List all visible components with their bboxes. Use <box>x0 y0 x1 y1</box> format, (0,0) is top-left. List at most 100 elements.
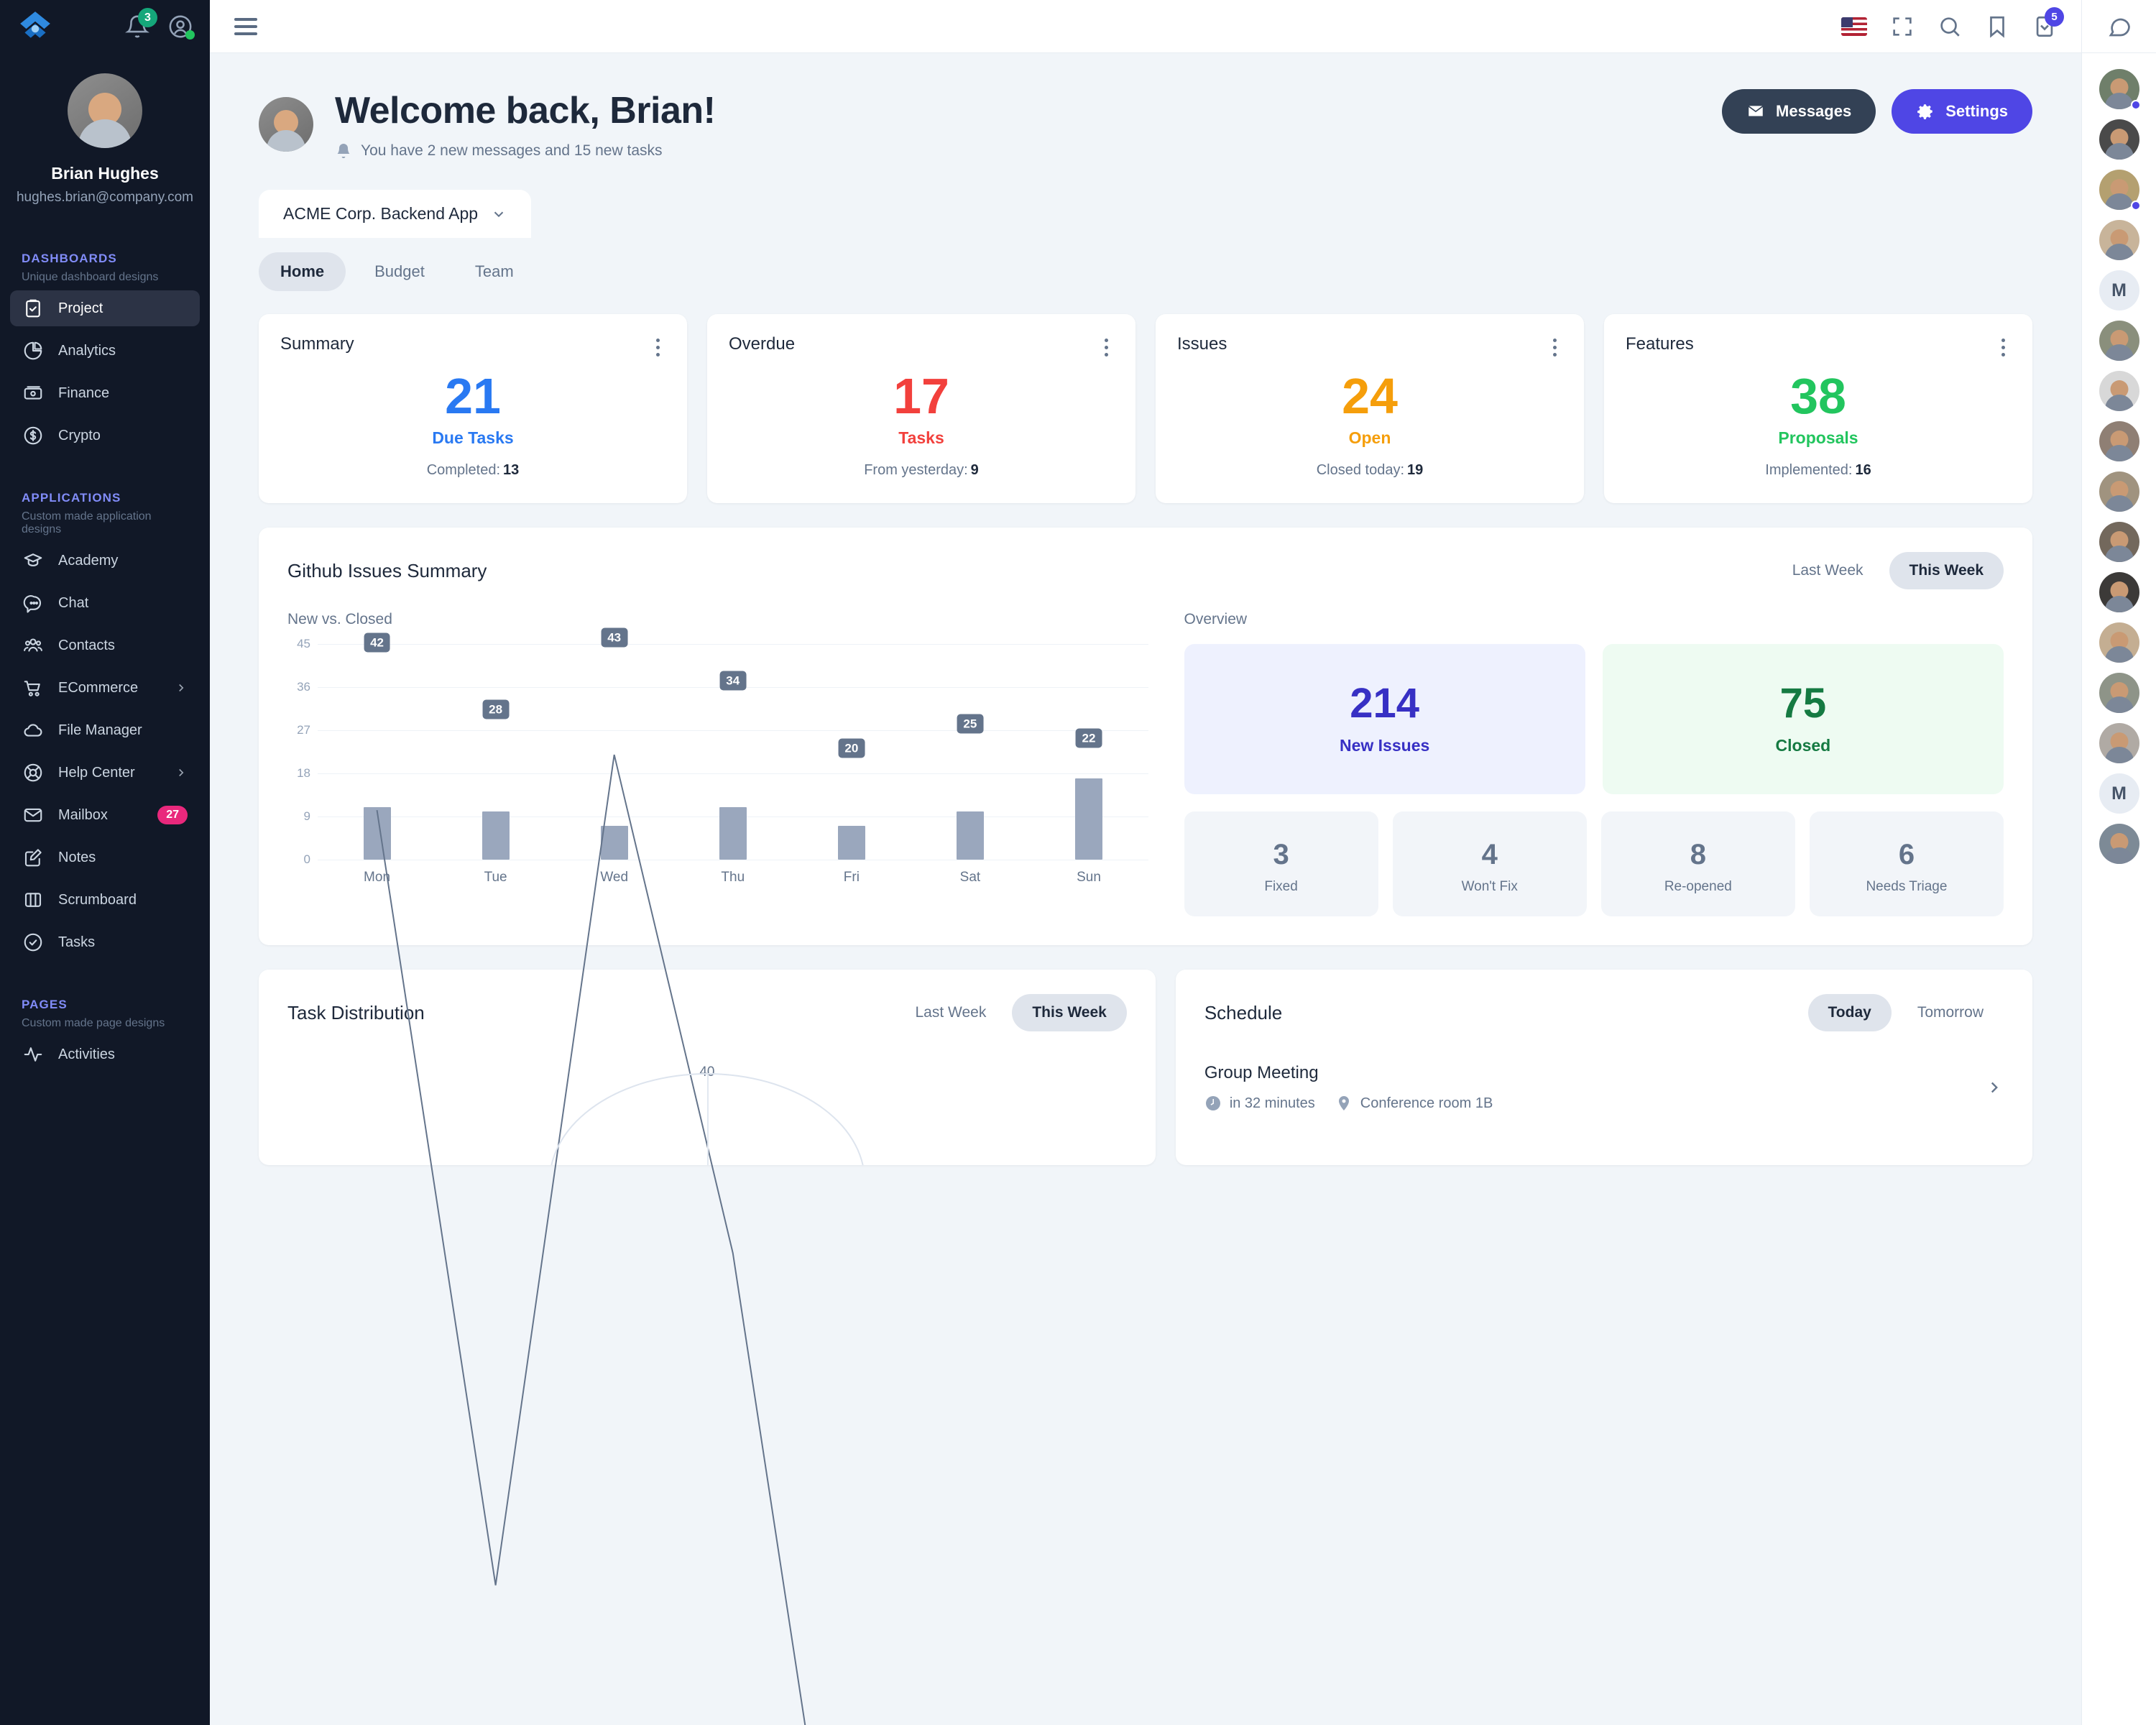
contact-avatar[interactable] <box>2099 220 2139 260</box>
contact-avatar[interactable] <box>2099 673 2139 713</box>
stat-card-title: Issues <box>1177 334 1227 354</box>
sidebar-item-finance[interactable]: Finance <box>10 375 200 411</box>
sidebar-item-mailbox[interactable]: Mailbox 27 <box>10 797 200 833</box>
contact-avatar[interactable] <box>2099 170 2141 211</box>
sidebar-item-label: Scrumboard <box>58 891 137 908</box>
stat-card-number: 24 <box>1342 368 1398 424</box>
envelope-icon <box>24 808 42 822</box>
tab-budget[interactable]: Budget <box>353 252 446 291</box>
chat-bubble-icon <box>23 595 42 613</box>
schedule-range-today[interactable]: Today <box>1807 994 1892 1031</box>
overview-small-number: 4 <box>1481 839 1498 870</box>
y-tick-label: 27 <box>297 723 310 737</box>
stat-card-title: Summary <box>280 334 354 354</box>
fullscreen-button[interactable] <box>1890 14 1915 39</box>
schedule-event[interactable]: Group Meeting in 32 minutes Conference r… <box>1204 1063 2004 1112</box>
schedule-range-toggle: Today Tomorrow <box>1807 994 2004 1031</box>
contacts-toggle-button[interactable] <box>2082 0 2156 53</box>
data-point-label: 20 <box>838 738 865 758</box>
sidebar-item-scrumboard[interactable]: Scrumboard <box>10 882 200 918</box>
messages-button-top[interactable]: 5 <box>2032 6 2064 39</box>
contact-avatar[interactable] <box>2099 119 2139 160</box>
contact-avatar[interactable] <box>2099 824 2139 864</box>
welcome-header: Welcome back, Brian! You have 2 new mess… <box>210 53 2081 160</box>
contact-avatar[interactable] <box>2099 321 2139 361</box>
sidebar-item-file-manager[interactable]: File Manager <box>10 712 200 748</box>
profile-name: Brian Hughes <box>51 164 159 183</box>
contact-avatar[interactable] <box>2099 572 2139 612</box>
envelope-icon <box>1749 106 1763 116</box>
stat-footer-value: 13 <box>503 462 520 478</box>
github-range-toggle: Last Week This Week <box>1772 552 2004 589</box>
stat-card-footer: Closed today: 19 <box>1177 448 1562 479</box>
overview-small-label: Re-opened <box>1664 879 1732 894</box>
sidebar-item-chat[interactable]: Chat <box>10 585 200 621</box>
contact-avatar-initial[interactable]: M <box>2099 270 2139 310</box>
menu-toggle-button[interactable] <box>234 17 257 35</box>
avatar <box>2099 673 2139 713</box>
contact-avatar[interactable] <box>2099 69 2141 110</box>
github-range-this-week[interactable]: This Week <box>1889 552 2004 589</box>
sidebar-item-label: Crypto <box>58 427 101 443</box>
scroll-area: Welcome back, Brian! You have 2 new mess… <box>210 53 2081 1725</box>
sidebar-item-activities[interactable]: Activities <box>10 1036 200 1072</box>
sidebar-item-label: Tasks <box>58 934 96 950</box>
user-account-button[interactable] <box>168 14 195 40</box>
contact-avatar[interactable] <box>2099 622 2139 663</box>
stat-footer-label: Completed: <box>426 462 501 478</box>
sidebar-item-ecommerce[interactable]: ECommerce <box>10 670 200 706</box>
overview-small-fixed: 3 Fixed <box>1184 811 1378 916</box>
stat-card-header: Overdue <box>729 334 1114 361</box>
sidebar-item-notes[interactable]: Notes <box>10 840 200 875</box>
sidebar-item-crypto[interactable]: Crypto <box>10 418 200 454</box>
fullscreen-icon <box>1893 17 1912 36</box>
sidebar-item-help-center[interactable]: Help Center <box>10 755 200 791</box>
contact-avatar[interactable] <box>2099 522 2139 562</box>
overview-label: Overview <box>1184 611 1248 627</box>
more-options-icon[interactable] <box>1547 334 1562 361</box>
app-logo-icon[interactable] <box>17 9 53 45</box>
stat-card-number: 38 <box>1790 368 1846 424</box>
messages-button[interactable]: Messages <box>1722 89 1876 134</box>
project-selector[interactable]: ACME Corp. Backend App <box>259 190 532 238</box>
data-point-label: 25 <box>957 714 984 734</box>
overview-small-label: Needs Triage <box>1866 879 1948 894</box>
more-options-icon[interactable] <box>1996 334 2011 361</box>
contact-avatar[interactable] <box>2099 472 2139 512</box>
left-sidebar: 3 Brian Hughes hughes.brian@company.com … <box>0 0 210 1725</box>
stat-card-footer: Implemented: 16 <box>1626 448 2011 479</box>
more-options-icon[interactable] <box>650 334 665 361</box>
stat-card-label: Open <box>1348 428 1391 447</box>
stat-cards-row: Summary 21 Due Tasks Completed: 13 Overdue 17 T… <box>210 291 2081 503</box>
project-selector-value: ACME Corp. Backend App <box>283 204 479 223</box>
sidebar-item-analytics[interactable]: Analytics <box>10 333 200 369</box>
note-edit-icon <box>24 849 42 867</box>
sidebar-item-academy[interactable]: Academy <box>10 543 200 579</box>
sidebar-group-subtitle: Custom made application designs <box>22 510 152 535</box>
stat-footer-value: 9 <box>970 462 979 478</box>
more-options-icon[interactable] <box>1099 334 1114 361</box>
stat-footer-value: 19 <box>1407 462 1424 478</box>
bookmarks-button[interactable] <box>1985 14 2009 39</box>
tab-team[interactable]: Team <box>453 252 535 291</box>
settings-button[interactable]: Settings <box>1892 89 2032 134</box>
sidebar-item-contacts[interactable]: Contacts <box>10 627 200 663</box>
chat-bubble-icon <box>2108 18 2130 36</box>
schedule-title: Schedule <box>1204 1001 1283 1024</box>
us-flag-icon[interactable] <box>1841 17 1867 36</box>
top-bar: 5 <box>210 0 2081 53</box>
sidebar-item-tasks[interactable]: Tasks <box>10 924 200 960</box>
chevron-right-icon[interactable] <box>1985 1078 2004 1097</box>
contact-avatar[interactable] <box>2099 421 2139 461</box>
github-range-last-week[interactable]: Last Week <box>1772 552 1884 589</box>
contact-avatar-initial[interactable]: M <box>2099 773 2139 814</box>
contact-avatar[interactable] <box>2099 723 2139 763</box>
search-button[interactable] <box>1938 14 1962 39</box>
schedule-event-time: in 32 minutes <box>1204 1095 1315 1112</box>
notifications-button[interactable]: 3 <box>125 8 157 39</box>
schedule-range-tomorrow[interactable]: Tomorrow <box>1897 994 2004 1031</box>
tab-home[interactable]: Home <box>259 252 346 291</box>
contact-avatar[interactable] <box>2099 371 2139 411</box>
sidebar-profile[interactable]: Brian Hughes hughes.brian@company.com <box>0 53 210 206</box>
sidebar-item-project[interactable]: Project <box>10 290 200 326</box>
